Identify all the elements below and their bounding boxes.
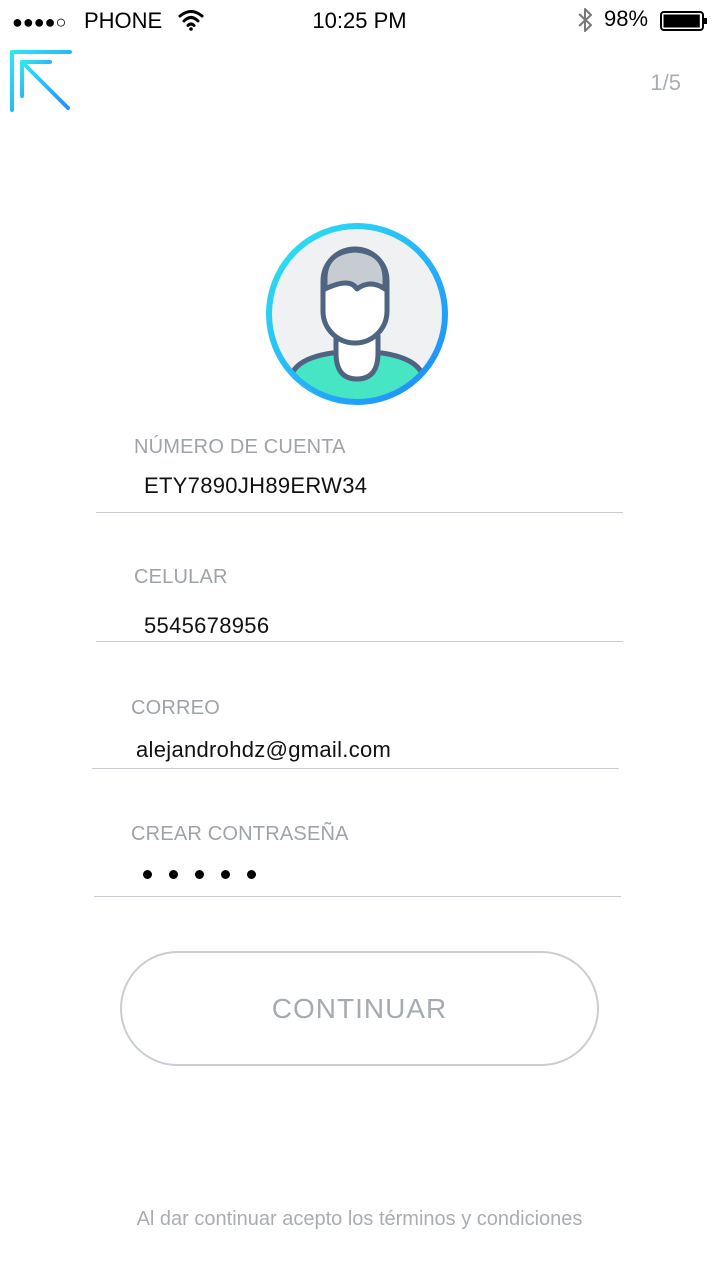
account-number-input[interactable]: ETY7890JH89ERW34 — [144, 473, 367, 499]
phone-underline — [96, 641, 623, 642]
step-counter: 1/5 — [650, 70, 681, 95]
email-label: CORREO — [131, 697, 220, 719]
password-mask-dot — [221, 870, 230, 879]
battery-icon — [660, 11, 707, 31]
continue-button[interactable]: CONTINUAR — [120, 951, 599, 1066]
account-number-underline — [96, 512, 623, 513]
password-mask-dot — [143, 870, 152, 879]
password-mask-dot — [195, 870, 204, 879]
battery-percent: 98% — [604, 6, 649, 31]
phone-input[interactable]: 5545678956 — [144, 613, 269, 639]
status-bar: ●●●●○ PHONE 10:25 PM 98% — [0, 0, 719, 42]
account-number-label: NÚMERO DE CUENTA — [134, 436, 346, 458]
bluetooth-icon — [578, 8, 592, 32]
password-input[interactable] — [143, 870, 256, 879]
password-mask-dot — [247, 870, 256, 879]
app-logo-icon[interactable] — [8, 48, 74, 114]
email-input[interactable]: alejandrohdz@gmail.com — [136, 737, 391, 763]
terms-text[interactable]: Al dar continuar acepto los términos y c… — [0, 1208, 719, 1231]
user-avatar-icon[interactable] — [262, 219, 452, 409]
phone-label: CELULAR — [134, 566, 228, 588]
password-mask-dot — [169, 870, 178, 879]
email-underline — [92, 768, 619, 769]
password-label: CREAR CONTRASEÑA — [131, 823, 349, 845]
password-underline — [94, 896, 621, 897]
